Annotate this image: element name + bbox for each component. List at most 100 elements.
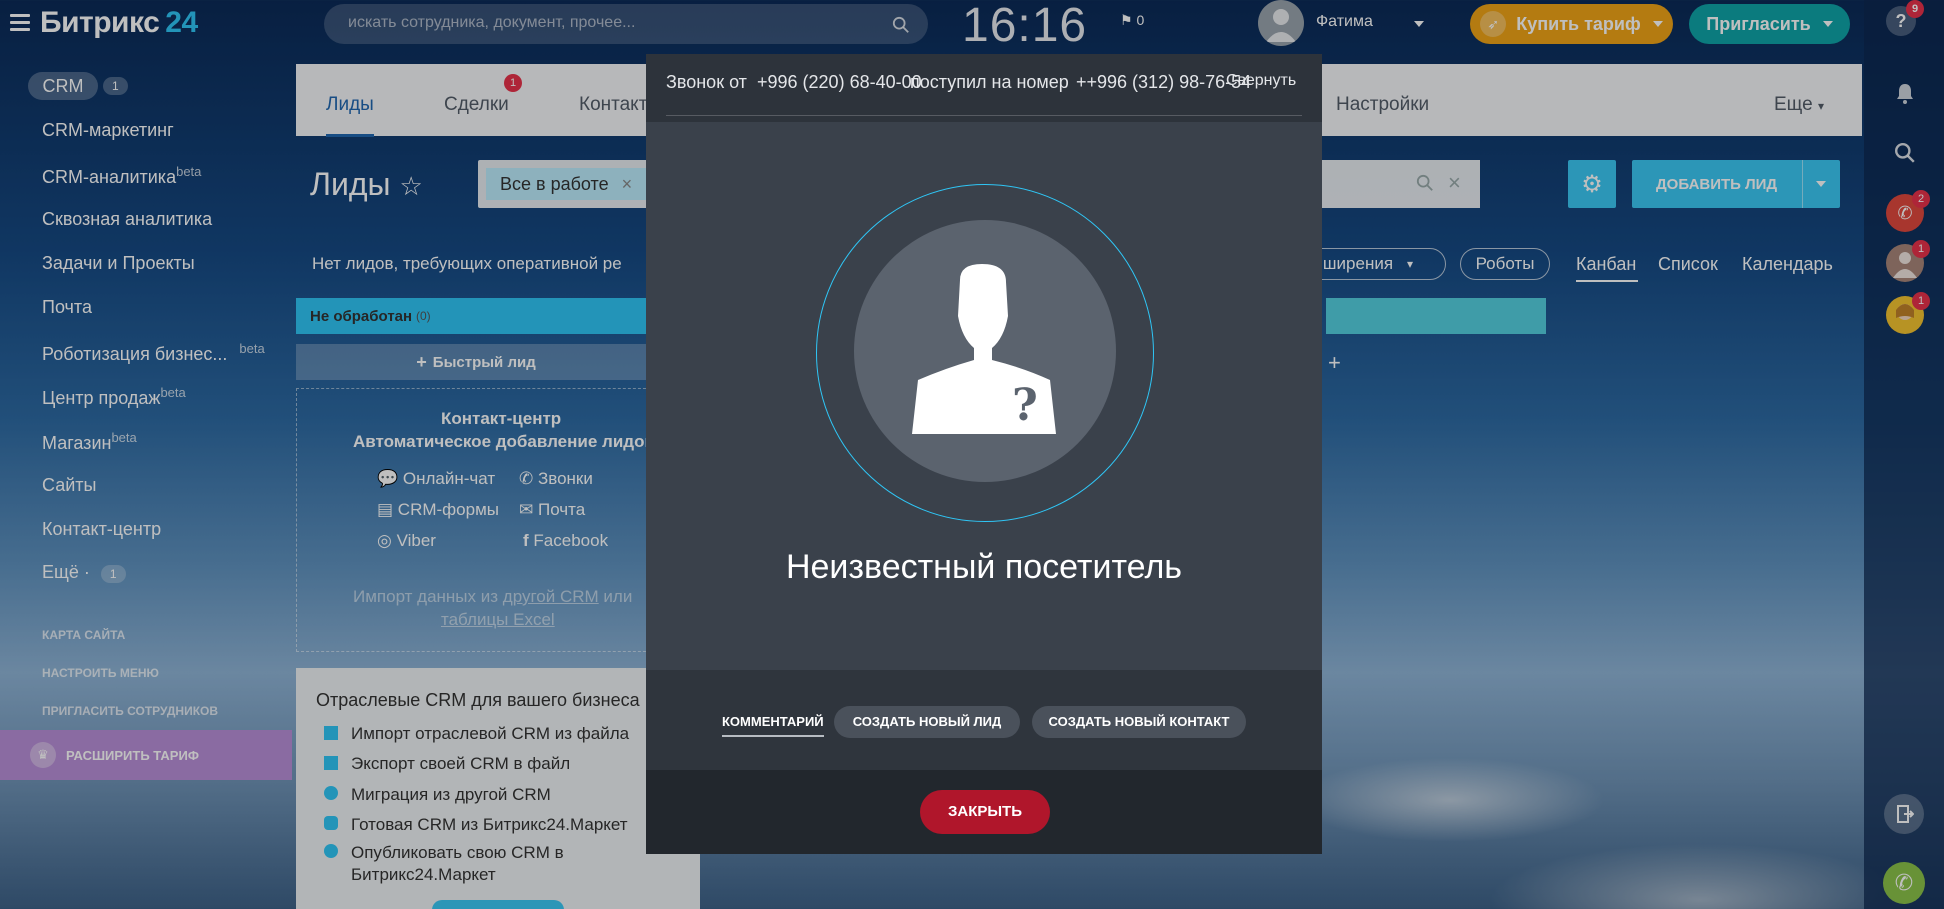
contact-avatar-icon[interactable]: 1 <box>1886 240 1930 282</box>
settings-gear-button[interactable]: ⚙ <box>1568 160 1616 208</box>
call-footer: ЗАКРЫТЬ <box>646 770 1322 854</box>
close-icon[interactable]: × <box>622 174 633 194</box>
sidebar-item-shop[interactable]: Магазинbeta <box>42 430 137 454</box>
industry-item-publish[interactable]: Опубликовать свою CRM в <box>351 843 564 863</box>
industry-item-migration[interactable]: Миграция из другой CRM <box>351 785 551 805</box>
star-icon[interactable]: ☆ <box>399 171 422 201</box>
viber-icon: ◎ <box>377 531 392 550</box>
create-contact-button[interactable]: СОЗДАТЬ НОВЫЙ КОНТАКТ <box>1032 706 1246 738</box>
create-lead-button[interactable]: СОЗДАТЬ НОВЫЙ ЛИД <box>834 706 1020 738</box>
flag-counter[interactable]: ⚑ 0 <box>1120 12 1144 29</box>
invite-button[interactable]: Пригласить <box>1689 4 1850 44</box>
industry-action-button[interactable] <box>432 900 564 909</box>
user-name[interactable]: Фатима <box>1316 13 1373 31</box>
beta-tag: beta <box>111 430 137 445</box>
add-lead-button[interactable]: ДОБАВИТЬ ЛИД <box>1632 160 1840 208</box>
tab-more[interactable]: Еще ▾ <box>1774 94 1824 116</box>
sidebar-item-tasks[interactable]: Задачи и Проекты <box>42 253 195 274</box>
page-title-text: Лиды <box>310 166 391 202</box>
kanban-column-header[interactable]: Не обработан (0) <box>296 298 656 334</box>
gear-icon: ⚙ <box>1581 170 1603 198</box>
sidebar-item-crm[interactable]: CRM <box>28 72 98 100</box>
clear-icon[interactable]: × <box>1448 170 1461 196</box>
sidebar-item-label: Задачи и Проекты <box>42 253 195 273</box>
invite-label: Пригласить <box>1706 13 1811 34</box>
search-icon[interactable] <box>1416 174 1434 192</box>
help-icon[interactable]: ? 9 <box>1886 0 1924 36</box>
search-input[interactable] <box>348 14 868 32</box>
notifications-bell-icon[interactable] <box>1888 76 1922 110</box>
sitemap-link[interactable]: КАРТА САЙТА <box>42 628 125 642</box>
industry-item-export[interactable]: Экспорт своей CRM в файл <box>351 754 570 774</box>
top-bar: Битрикс24 16:16 ⚑ 0 Фатима ➶ Купить тари… <box>0 0 1870 53</box>
view-list[interactable]: Список <box>1658 254 1718 275</box>
buy-tariff-button[interactable]: ➶ Купить тариф <box>1470 4 1673 44</box>
menu-burger-icon[interactable] <box>10 14 30 32</box>
logo-text: Битрикс <box>40 6 160 39</box>
avatar2-badge: 1 <box>1912 292 1930 310</box>
channel-calls[interactable]: ✆ Звонки <box>519 469 593 489</box>
chevron-down-icon[interactable] <box>1816 181 1826 187</box>
tab-contacts[interactable]: Контакт <box>579 94 647 116</box>
user-avatar[interactable] <box>1258 0 1304 46</box>
form-icon: ▤ <box>377 500 394 519</box>
import-pre: Импорт данных из <box>353 587 499 606</box>
tab-leads[interactable]: Лиды <box>326 94 374 116</box>
sidebar-item-end-to-end-analytics[interactable]: Сквозная аналитика <box>42 209 212 230</box>
add-column-plus-icon[interactable]: + <box>1328 350 1341 376</box>
channel-mail[interactable]: ✉ Почта <box>519 500 585 520</box>
tab-settings[interactable]: Настройки <box>1336 94 1429 116</box>
kanban-column-header-2[interactable] <box>1326 298 1546 334</box>
import-link-crm[interactable]: другой CRM <box>503 587 599 606</box>
sidebar-item-robotization[interactable]: Роботизация бизнес... beta <box>42 341 265 365</box>
contact-badge: 1 <box>1912 240 1930 258</box>
sidebar-item-contact-center[interactable]: Контакт-центр <box>42 519 161 540</box>
invite-staff-link[interactable]: ПРИГЛАСИТЬ СОТРУДНИКОВ <box>42 704 218 718</box>
user-avatar-2-icon[interactable]: 1 <box>1886 292 1930 334</box>
industry-item-import[interactable]: Импорт отраслевой CRM из файла <box>351 724 629 744</box>
sidebar-item-sales-center[interactable]: Центр продажbeta <box>42 385 186 409</box>
upgrade-label: РАСШИРИТЬ ТАРИФ <box>66 748 199 763</box>
extensions-label: ширения <box>1322 254 1394 273</box>
facebook-icon: f <box>523 531 529 550</box>
channel-viber[interactable]: ◎ Viber <box>377 531 436 551</box>
channel-crm-forms[interactable]: ▤ CRM-формы <box>377 500 499 520</box>
tab-deals[interactable]: Сделки 1 <box>444 74 522 116</box>
import-link-excel[interactable]: таблицы Excel <box>441 610 555 630</box>
comment-tab[interactable]: КОММЕНТАРИЙ <box>722 714 824 737</box>
sidebar-item-sites[interactable]: Сайты <box>42 475 96 496</box>
share-icon <box>324 844 338 858</box>
sidebar-item-label: Роботизация бизнес... <box>42 344 228 364</box>
user-silhouette-icon <box>1266 9 1296 42</box>
page-title: Лиды ☆ <box>310 166 423 203</box>
configure-menu-link[interactable]: НАСТРОИТЬ МЕНЮ <box>42 666 159 680</box>
robots-button[interactable]: Роботы <box>1460 248 1550 280</box>
channel-label: Онлайн-чат <box>402 469 496 488</box>
channel-facebook[interactable]: f Facebook <box>523 531 608 551</box>
bitrix-logo[interactable]: Битрикс 24 <box>40 6 198 40</box>
view-calendar[interactable]: Календарь <box>1742 254 1833 275</box>
channel-online-chat[interactable]: 💬 Онлайн-чат <box>377 469 495 489</box>
upgrade-tariff-button[interactable]: ♛ РАСШИРИТЬ ТАРИФ <box>0 730 292 780</box>
sidebar-item-crm-analytics[interactable]: CRM-аналитикаbeta <box>42 164 201 188</box>
phone-call-icon[interactable]: ✆ <box>1883 862 1925 904</box>
filter-chip[interactable]: Все в работе × <box>486 168 647 200</box>
view-kanban[interactable]: Канбан <box>1576 254 1636 275</box>
industry-item-publish-2[interactable]: Битрикс24.Маркет <box>351 865 496 885</box>
filter-field-right[interactable]: × <box>1320 160 1480 208</box>
quick-lead-button[interactable]: + Быстрый лид <box>296 344 656 380</box>
search-icon[interactable] <box>892 16 910 34</box>
rail-search-icon[interactable] <box>1888 136 1922 170</box>
minimize-button[interactable]: Свернуть <box>1226 72 1296 90</box>
clock[interactable]: 16:16 <box>962 0 1087 53</box>
sidebar-item-more[interactable]: Ещё · 1 <box>42 562 126 583</box>
sidebar-item-mail[interactable]: Почта <box>42 297 92 318</box>
industry-item-market[interactable]: Готовая CRM из Битрикс24.Маркет <box>351 815 628 835</box>
sidebar-item-label: CRM-маркетинг <box>42 120 174 140</box>
user-menu-chevron-icon[interactable] <box>1414 21 1424 27</box>
call-from-number[interactable]: +996 (220) 68-40-00 <box>757 72 922 93</box>
sidebar-item-crm-marketing[interactable]: CRM-маркетинг <box>42 120 174 141</box>
calls-phone-icon[interactable]: ✆ 2 <box>1886 190 1930 232</box>
close-call-button[interactable]: ЗАКРЫТЬ <box>920 790 1050 834</box>
exit-door-icon[interactable] <box>1884 794 1924 834</box>
